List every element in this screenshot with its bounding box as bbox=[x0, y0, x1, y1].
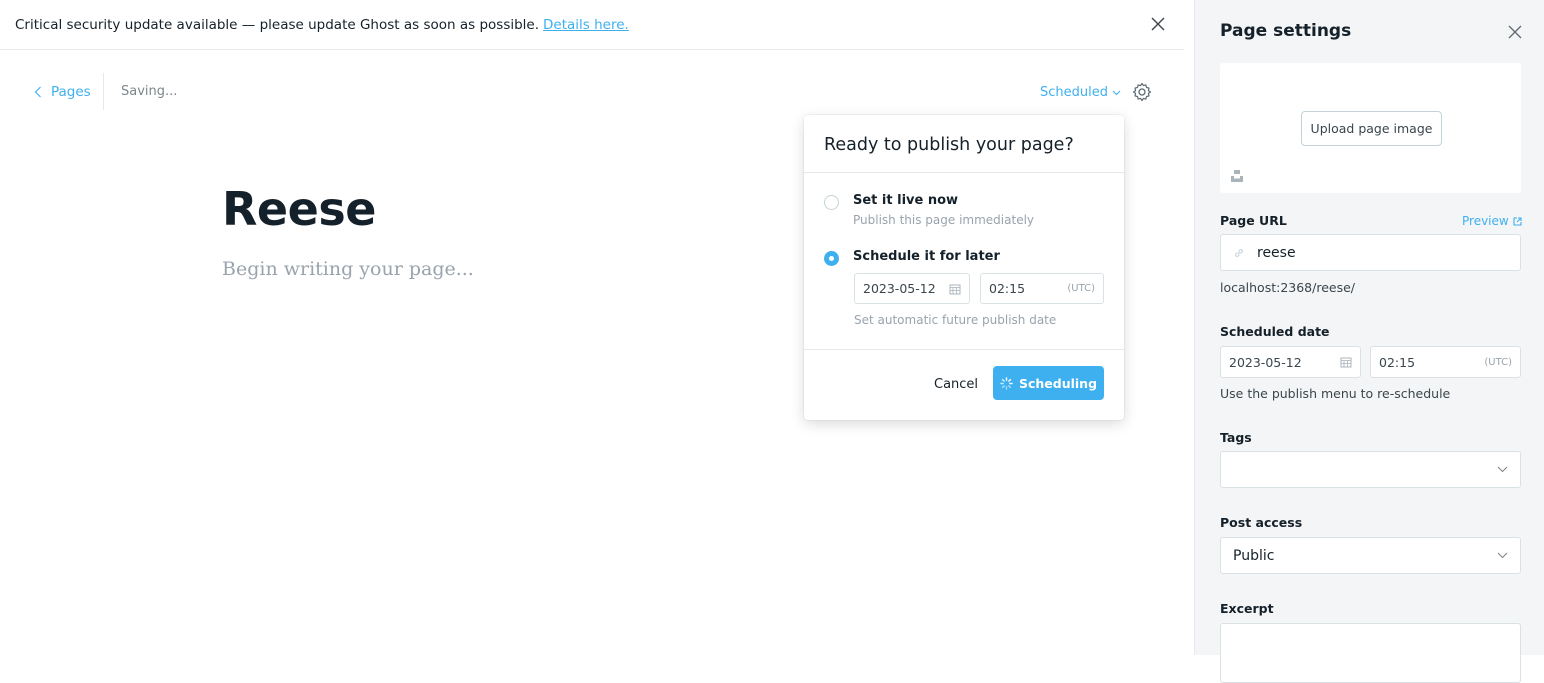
date-value: 2023-05-12 bbox=[1229, 354, 1302, 370]
tags-input[interactable] bbox=[1220, 451, 1521, 488]
schedule-hint: Set automatic future publish date bbox=[854, 313, 1057, 327]
security-banner: Critical security update available — ple… bbox=[0, 0, 1184, 50]
radio-publish-now[interactable] bbox=[824, 195, 839, 210]
schedule-button-label: Scheduling bbox=[1018, 375, 1098, 391]
page-url-input[interactable]: reese bbox=[1220, 234, 1521, 271]
calendar-icon bbox=[1340, 357, 1352, 368]
post-access-label: Post access bbox=[1220, 515, 1303, 530]
divider bbox=[103, 73, 104, 110]
date-value: 2023-05-12 bbox=[863, 281, 936, 296]
editor-area: Critical security update available — ple… bbox=[0, 0, 1194, 655]
body-placeholder[interactable]: Begin writing your page... bbox=[222, 258, 474, 280]
editor-toolbar: Pages Saving... Scheduled bbox=[0, 70, 1184, 114]
preview-label: Preview bbox=[1462, 214, 1509, 228]
upload-image-button[interactable]: Upload page image bbox=[1301, 111, 1442, 146]
scheduled-datetime: 2023-05-12 02:15 (UTC) bbox=[1220, 346, 1521, 378]
time-value: 02:15 bbox=[989, 281, 1026, 296]
close-icon[interactable] bbox=[1150, 16, 1166, 32]
spinner-icon bbox=[1000, 376, 1013, 390]
popover-heading: Ready to publish your page? bbox=[824, 135, 1074, 155]
timezone-label: (UTC) bbox=[1067, 283, 1095, 294]
full-url: localhost:2368/reese/ bbox=[1220, 280, 1356, 295]
scheduled-date-input[interactable]: 2023-05-12 bbox=[1220, 346, 1361, 378]
page-title[interactable]: Reese bbox=[222, 182, 376, 236]
reschedule-hint: Use the publish menu to re-schedule bbox=[1220, 386, 1451, 401]
banner-message: Critical security update available — ple… bbox=[15, 16, 540, 33]
time-value: 02:15 bbox=[1379, 354, 1416, 370]
preview-link[interactable]: Preview bbox=[1462, 214, 1522, 228]
chevron-left-icon bbox=[34, 86, 41, 98]
popover-header: Ready to publish your page? bbox=[804, 115, 1124, 173]
excerpt-label: Excerpt bbox=[1220, 601, 1274, 616]
post-access-value: Public bbox=[1233, 547, 1275, 564]
chevron-down-icon bbox=[1112, 90, 1121, 95]
back-to-pages-link[interactable]: Pages bbox=[34, 84, 91, 100]
chevron-down-icon bbox=[1497, 552, 1508, 559]
publish-status-dropdown[interactable]: Scheduled bbox=[1040, 85, 1121, 100]
close-icon[interactable] bbox=[1508, 25, 1522, 39]
popover-footer: Cancel Scheduling bbox=[804, 349, 1124, 420]
publish-popover: Ready to publish your page? Set it live … bbox=[804, 115, 1124, 420]
status-label: Scheduled bbox=[1040, 85, 1108, 100]
time-input[interactable]: 02:15 (UTC) bbox=[980, 273, 1104, 304]
date-input[interactable]: 2023-05-12 bbox=[854, 273, 970, 304]
option-publish-now[interactable]: Set it live now Publish this page immedi… bbox=[824, 193, 1034, 227]
scheduled-time-input[interactable]: 02:15 (UTC) bbox=[1370, 346, 1521, 378]
option-title: Schedule it for later bbox=[853, 249, 1000, 264]
scheduled-date-label: Scheduled date bbox=[1220, 324, 1330, 339]
option-title: Set it live now bbox=[853, 193, 959, 208]
chevron-down-icon bbox=[1497, 466, 1508, 473]
page-image-box: Upload page image bbox=[1220, 63, 1521, 193]
gear-icon[interactable] bbox=[1132, 82, 1152, 102]
excerpt-textarea[interactable] bbox=[1220, 623, 1521, 683]
unsplash-icon[interactable] bbox=[1230, 169, 1244, 183]
tags-label: Tags bbox=[1220, 430, 1252, 445]
option-subtitle: Publish this page immediately bbox=[853, 213, 1035, 227]
timezone-label: (UTC) bbox=[1484, 356, 1512, 368]
url-slug-value: reese bbox=[1257, 244, 1296, 261]
radio-schedule-later[interactable] bbox=[824, 251, 839, 266]
banner-details-link[interactable]: Details here. bbox=[543, 17, 629, 33]
link-icon bbox=[1235, 248, 1243, 257]
back-label: Pages bbox=[51, 84, 91, 100]
external-link-icon bbox=[1513, 216, 1522, 226]
schedule-datetime: 2023-05-12 02:15 (UTC) bbox=[854, 273, 1104, 304]
save-status: Saving... bbox=[121, 84, 178, 99]
schedule-button[interactable]: Scheduling bbox=[993, 366, 1104, 400]
panel-title: Page settings bbox=[1220, 21, 1352, 41]
cancel-button[interactable]: Cancel bbox=[934, 377, 978, 392]
settings-panel: Page settings Upload page image Page URL… bbox=[1194, 0, 1544, 683]
calendar-icon bbox=[949, 284, 961, 294]
page-url-label: Page URL bbox=[1220, 213, 1287, 228]
option-schedule-later[interactable]: Schedule it for later bbox=[824, 249, 1000, 266]
post-access-select[interactable]: Public bbox=[1220, 537, 1521, 574]
